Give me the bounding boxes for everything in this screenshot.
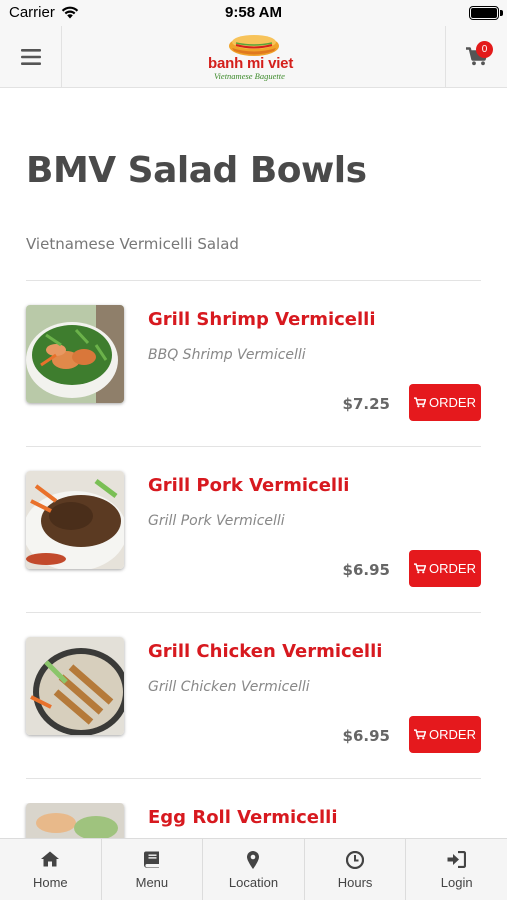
cart-button[interactable]: 0 [445, 26, 507, 87]
item-price: $6.95 [342, 727, 390, 745]
order-label: ORDER [429, 727, 476, 742]
menu-button[interactable] [0, 26, 62, 87]
divider [26, 612, 481, 613]
brand-logo[interactable]: banh mi viet Vietnamese Baguette [200, 30, 310, 84]
home-icon [41, 851, 60, 867]
cart-icon [414, 563, 427, 574]
cart-count-badge: 0 [476, 41, 493, 58]
tab-label: Menu [135, 875, 169, 890]
item-description: BBQ Shrimp Vermicelli [148, 347, 306, 363]
clock-icon [346, 851, 365, 869]
tab-menu[interactable]: Menu [102, 839, 204, 900]
tab-label: Location [228, 875, 279, 890]
login-icon [447, 851, 467, 868]
order-label: ORDER [429, 395, 476, 410]
item-price: $7.25 [342, 395, 390, 413]
page-subtitle: Vietnamese Vermicelli Salad [26, 235, 239, 253]
item-photo [26, 471, 124, 569]
order-button[interactable]: ORDER [409, 550, 481, 587]
tab-location[interactable]: Location [203, 839, 305, 900]
cart-icon [414, 397, 427, 408]
item-description: Grill Pork Vermicelli [148, 513, 285, 529]
status-time: 9:58 AM [225, 4, 282, 21]
tab-label: Login [440, 875, 473, 890]
app-header: banh mi viet Vietnamese Baguette 0 [0, 26, 507, 88]
bottom-tab-bar: Home Menu Location Hours Login [0, 838, 507, 900]
battery-level [471, 8, 497, 18]
order-button[interactable]: ORDER [409, 384, 481, 421]
hamburger-icon [20, 48, 41, 65]
logo-text: banh mi viet [208, 55, 294, 72]
cart-icon [414, 729, 427, 740]
divider [26, 280, 481, 281]
item-name[interactable]: Egg Roll Vermicelli [148, 807, 338, 828]
tab-login[interactable]: Login [406, 839, 507, 900]
item-name[interactable]: Grill Chicken Vermicelli [148, 641, 382, 662]
status-bar: Carrier 9:58 AM [0, 0, 507, 26]
order-label: ORDER [429, 561, 476, 576]
item-photo [26, 305, 124, 403]
item-description: Grill Chicken Vermicelli [148, 679, 310, 695]
logo-tagline: Vietnamese Baguette [214, 71, 285, 81]
battery-icon [469, 6, 503, 20]
book-icon [144, 851, 160, 868]
tab-home[interactable]: Home [0, 839, 102, 900]
tab-label: Hours [337, 875, 373, 890]
menu-item[interactable]: Egg Roll Vermicelli [0, 803, 507, 838]
item-name[interactable]: Grill Shrimp Vermicelli [148, 309, 376, 330]
tab-label: Home [32, 875, 68, 890]
item-name[interactable]: Grill Pork Vermicelli [148, 475, 349, 496]
page-title: BMV Salad Bowls [26, 150, 367, 191]
divider [26, 446, 481, 447]
item-photo [26, 803, 124, 838]
item-photo [26, 637, 124, 735]
tab-hours[interactable]: Hours [305, 839, 407, 900]
map-pin-icon [247, 851, 260, 869]
divider [26, 778, 481, 779]
item-price: $6.95 [342, 561, 390, 579]
order-button[interactable]: ORDER [409, 716, 481, 753]
